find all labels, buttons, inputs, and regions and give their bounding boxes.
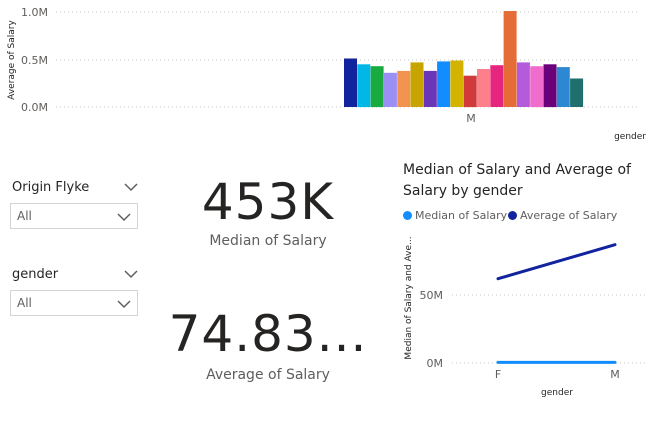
line-chart-title: Median of Salary and Average of Salary b… [403, 162, 631, 199]
legend-dot-icon [508, 211, 517, 220]
y-axis-title: Median of Salary and Ave... [404, 236, 414, 359]
bar[interactable] [503, 11, 517, 107]
line-chart: Median of Salary and Ave... 50M 0M F M g… [404, 236, 645, 398]
bar[interactable] [370, 66, 384, 108]
y-tick-label: 50M [420, 289, 444, 302]
chevron-down-icon[interactable] [124, 182, 138, 192]
bar[interactable] [543, 64, 557, 108]
legend-label: Average of Salary [520, 209, 618, 222]
chevron-down-icon [117, 213, 131, 222]
bar[interactable] [383, 72, 397, 107]
bar[interactable] [344, 58, 357, 108]
bar[interactable] [516, 62, 530, 107]
bar[interactable] [423, 70, 437, 107]
y-tick-label: 0.0M [21, 101, 48, 114]
bar-chart: Average of Salary 1.0M 0.5M 0.0M M gende… [7, 6, 646, 142]
y-tick-label: 1.0M [21, 6, 48, 19]
y-tick-label: 0.5M [21, 54, 48, 67]
x-axis-title: gender [541, 388, 573, 398]
card-label-average-salary: Average of Salary [206, 367, 330, 383]
bars [344, 11, 584, 108]
slicer-value: All [17, 209, 32, 223]
series-line[interactable] [496, 243, 617, 281]
y-axis-title: Average of Salary [7, 20, 17, 100]
card-label-median-salary: Median of Salary [209, 233, 327, 249]
legend-label: Median of Salary [415, 209, 508, 222]
slicer-dropdown-origin-flyke[interactable]: All [10, 203, 138, 229]
bar[interactable] [463, 75, 477, 108]
line-series [496, 243, 617, 364]
bar[interactable] [477, 69, 490, 107]
bar[interactable] [570, 78, 584, 108]
x-tick-label: M [466, 112, 476, 125]
card-value-median-salary: 453K [201, 173, 335, 231]
chevron-down-icon[interactable] [124, 269, 138, 279]
x-axis-title: gender [614, 132, 646, 142]
bar[interactable] [410, 62, 424, 107]
legend-item-average[interactable]: Average of Salary [508, 209, 617, 222]
slicer-value: All [17, 296, 32, 310]
card-value-average-salary: 74.83... [168, 305, 368, 363]
bar[interactable] [490, 65, 504, 107]
bar[interactable] [357, 64, 371, 108]
bar[interactable] [450, 60, 464, 108]
y-tick-label: 0M [427, 357, 444, 370]
slicer-dropdown-gender[interactable]: All [10, 290, 138, 316]
legend-dot-icon [403, 211, 412, 220]
chevron-down-icon [117, 300, 131, 309]
bar[interactable] [437, 61, 451, 107]
bar[interactable] [397, 70, 411, 107]
bar[interactable] [530, 66, 544, 108]
legend-item-median[interactable]: Median of Salary [403, 209, 507, 222]
x-tick-label: F [495, 368, 501, 381]
slicer-title-gender: gender [12, 267, 59, 282]
bar[interactable] [556, 67, 570, 107]
slicer-title-origin-flyke: Origin Flyke [12, 180, 90, 195]
x-tick-label: M [610, 368, 620, 381]
